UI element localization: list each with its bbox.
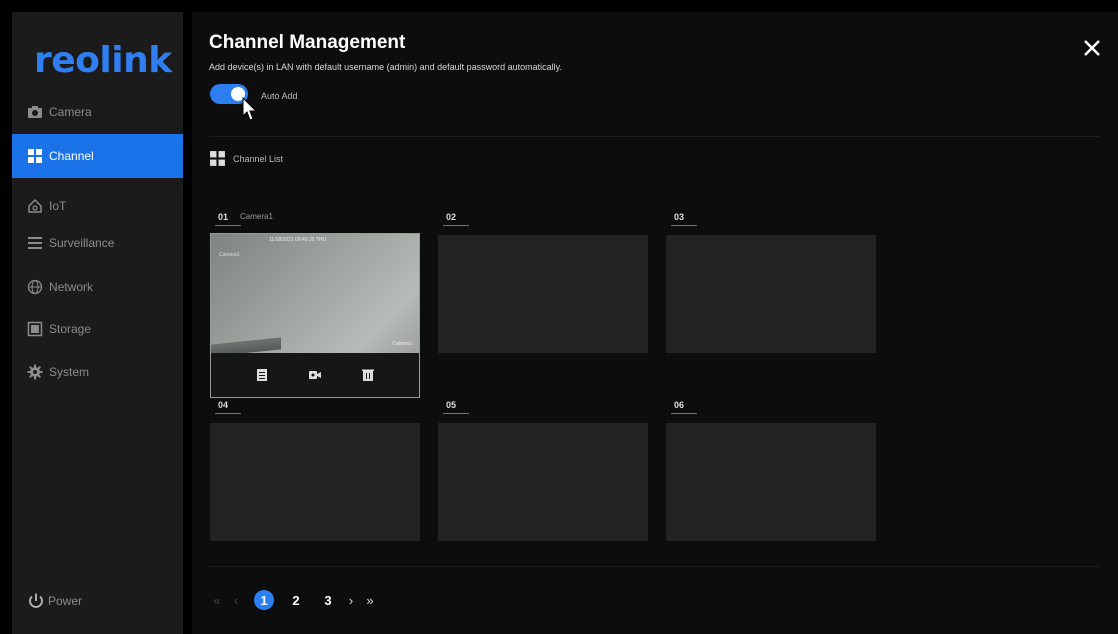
preview-action-bar (211, 353, 419, 397)
channel-label: 06 (674, 400, 684, 410)
delete-button[interactable] (359, 366, 377, 384)
page-title: Channel Management (209, 32, 406, 53)
channel-label: 02 (446, 212, 456, 222)
channel-label: 05 (446, 400, 456, 410)
close-icon (1084, 40, 1100, 56)
storage-icon (27, 321, 43, 337)
power-icon (29, 593, 43, 608)
channel-slot[interactable] (438, 235, 648, 353)
camera-settings-button[interactable] (306, 366, 324, 384)
channel-underline (671, 413, 697, 414)
channel-grid-icon (210, 151, 225, 166)
channel-number: 01 (218, 212, 229, 222)
sidebar-item-label: IoT (49, 199, 67, 213)
page-subtitle: Add device(s) in LAN with default userna… (209, 62, 563, 72)
channel-slot[interactable] (666, 235, 876, 353)
trash-icon (361, 369, 374, 381)
close-button[interactable] (1080, 36, 1104, 60)
logo: reolink (34, 40, 172, 81)
channel-name: Camera1 (240, 212, 273, 221)
channel-grid-icon (27, 148, 43, 164)
mouse-cursor-icon (242, 97, 258, 121)
video-camera-icon (308, 371, 321, 379)
next-page-button[interactable]: › (344, 593, 358, 608)
page-3-button[interactable]: 3 (318, 590, 338, 610)
channel-live-preview[interactable]: 11/18/2021 09:40:35 THU Camera1 Camera1 (210, 233, 420, 398)
channel-list-heading: Channel List (209, 150, 283, 167)
home-icon (27, 198, 43, 214)
sidebar-item-label: Storage (49, 322, 92, 336)
channel-number: 03 (674, 212, 685, 222)
gear-icon (27, 364, 43, 380)
sidebar-item-surveillance[interactable]: Surveillance (12, 221, 183, 265)
main-panel: Channel Management Add device(s) in LAN … (192, 12, 1118, 634)
sidebar-item-system[interactable]: System (12, 350, 183, 394)
preview-camera-name: Camera1 (392, 341, 413, 347)
sidebar-item-label: Network (49, 280, 94, 294)
last-page-button[interactable]: » (363, 593, 377, 608)
channel-number: 02 (446, 212, 457, 222)
channel-number: 05 (446, 400, 457, 410)
channel-number: 06 (674, 400, 685, 410)
channel-list-label: Channel List (233, 153, 284, 164)
list-icon (27, 235, 43, 251)
divider (209, 566, 1100, 567)
channel-slot[interactable] (666, 423, 876, 541)
sidebar-item-label: Surveillance (49, 236, 115, 250)
channel-underline (671, 225, 697, 226)
prev-page-button[interactable]: ‹ (229, 593, 243, 608)
channel-label: 04 (218, 400, 228, 410)
sidebar-item-storage[interactable]: Storage (12, 307, 183, 351)
document-icon (257, 369, 268, 381)
channel-slot[interactable] (210, 423, 420, 541)
channel-label: 01 Camera1 (218, 212, 273, 222)
page-2-button[interactable]: 2 (286, 590, 306, 610)
channel-underline (215, 413, 241, 414)
globe-icon (27, 279, 43, 295)
channel-underline (443, 413, 469, 414)
channel-underline (443, 225, 469, 226)
sidebar-item-camera[interactable]: Camera (12, 90, 183, 134)
sidebar-item-label: System (49, 365, 90, 379)
pagination: « ‹ 1 2 3 › » (210, 590, 382, 610)
divider (209, 136, 1100, 137)
sidebar: reolink Camera Channel IoT Surveillance (12, 12, 183, 634)
channel-label: 03 (674, 212, 684, 222)
first-page-button[interactable]: « (210, 593, 224, 608)
channel-underline (215, 225, 241, 226)
app-window: reolink Camera Channel IoT Surveillance (0, 0, 1118, 634)
sidebar-item-channel[interactable]: Channel (12, 134, 183, 178)
page-1-button[interactable]: 1 (254, 590, 274, 610)
info-button[interactable] (253, 366, 271, 384)
sidebar-item-label: Camera (49, 105, 92, 119)
auto-add-label: Auto Add (261, 91, 298, 101)
preview-camera-name-top: Camera1 (219, 252, 240, 258)
power-label: Power (48, 594, 83, 608)
sidebar-item-label: Channel (49, 149, 94, 163)
channel-number: 04 (218, 400, 229, 410)
sidebar-item-network[interactable]: Network (12, 265, 183, 309)
preview-timestamp: 11/18/2021 09:40:35 THU (269, 237, 327, 243)
camera-icon (27, 104, 43, 120)
power-button[interactable]: Power (27, 592, 82, 610)
channel-slot[interactable] (438, 423, 648, 541)
